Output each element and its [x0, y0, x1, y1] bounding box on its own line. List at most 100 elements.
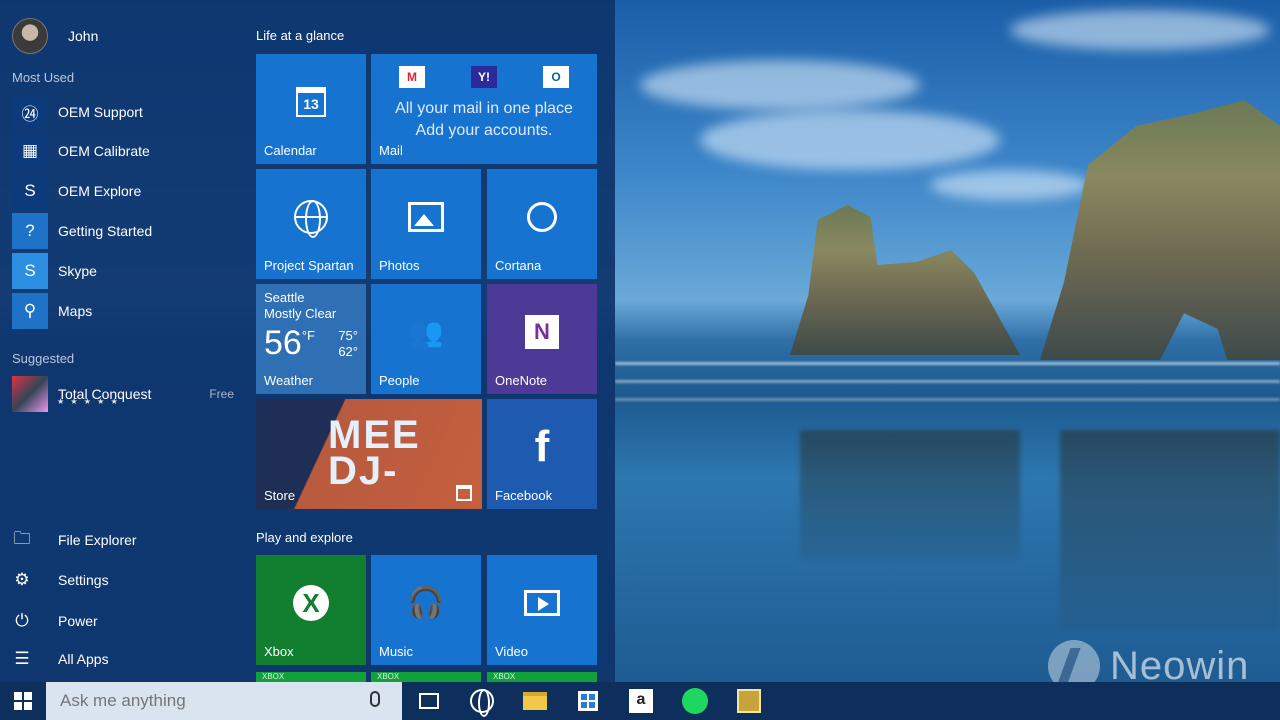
tile-project-spartan[interactable]: Project Spartan — [256, 169, 366, 279]
app-item-oem-calibrate[interactable]: ▦ OEM Calibrate — [12, 133, 234, 169]
globe-app-taskbar-button[interactable] — [722, 682, 776, 720]
people-icon: 👥 — [408, 316, 444, 348]
group-title-life[interactable]: Life at a glance — [256, 28, 344, 43]
all-apps-button[interactable]: ☰ All Apps — [12, 643, 109, 675]
game-icon — [12, 376, 48, 412]
spotify-icon — [682, 688, 708, 714]
folder-icon — [523, 692, 547, 710]
cortana-ring-icon — [527, 202, 557, 233]
folder-icon: 🗀 — [13, 528, 31, 548]
app-label: Getting Started — [58, 223, 153, 239]
windows-logo-icon — [14, 692, 32, 710]
bottom-label: All Apps — [58, 651, 109, 667]
tile-music[interactable]: 🎧 Music — [371, 555, 481, 665]
app-label: OEM Support — [58, 104, 143, 120]
tile-people[interactable]: 👥 People — [371, 284, 481, 394]
tile-label: Store — [264, 488, 296, 503]
tile-weather[interactable]: Seattle Mostly Clear 56°F 75° 62° Weathe… — [256, 284, 366, 394]
weather-condition: Mostly Clear — [264, 306, 337, 321]
xbox-icon: X — [293, 585, 329, 622]
tile-label: Cortana — [495, 258, 542, 273]
app-item-skype[interactable]: S Skype — [12, 253, 234, 289]
skype-icon: S — [12, 253, 48, 289]
tile-calendar[interactable]: 13 Calendar — [256, 54, 366, 164]
spotify-taskbar-button[interactable] — [668, 682, 722, 720]
most-used-label: Most Used — [12, 70, 75, 85]
store-art-text-1: MEE — [328, 413, 421, 457]
globe-icon — [470, 689, 494, 717]
tile-peek-xbox-3[interactable]: XBOX — [487, 672, 597, 682]
amazon-taskbar-button[interactable]: a — [614, 682, 668, 720]
gear-icon: ⚙ — [14, 570, 30, 589]
outlook-icon: O — [543, 66, 569, 88]
app-item-getting-started[interactable]: ? Getting Started — [12, 213, 234, 249]
tile-label: Facebook — [495, 488, 553, 503]
gmail-icon: M — [399, 66, 425, 88]
group-title-play[interactable]: Play and explore — [256, 530, 353, 545]
price-badge: Free — [209, 387, 234, 401]
store-art-text-2: DJ- — [328, 449, 399, 493]
suggested-app-total-conquest[interactable]: Total Conquest Free ★ ★ ★ ★ ★ — [12, 376, 234, 412]
taskbar: a — [0, 682, 1280, 720]
app-label: OEM Calibrate — [58, 143, 150, 159]
power-button[interactable]: ⏻ Power — [12, 605, 98, 637]
app-item-maps[interactable]: ⚲ Maps — [12, 293, 234, 329]
tile-photos[interactable]: Photos — [371, 169, 481, 279]
tile-mail[interactable]: M Y! O All your mail in one place Add yo… — [371, 54, 597, 164]
facebook-icon: f — [534, 422, 550, 472]
calibrate-grid-icon: ▦ — [12, 133, 48, 169]
tile-label: Calendar — [264, 143, 317, 158]
neowin-watermark: Neowin — [1048, 640, 1249, 682]
app-item-oem-support[interactable]: ㉔ OEM Support — [12, 94, 234, 130]
amazon-icon: a — [629, 689, 653, 713]
tile-facebook[interactable]: f Facebook — [487, 399, 597, 509]
store-taskbar-button[interactable] — [561, 682, 615, 720]
user-name: John — [68, 28, 99, 44]
bottom-label: File Explorer — [58, 532, 137, 548]
tile-label: Project Spartan — [264, 258, 354, 273]
weather-city: Seattle — [264, 290, 305, 305]
weather-temp: 56 — [264, 324, 302, 362]
tile-peek-xbox-1[interactable]: XBOX — [256, 672, 366, 682]
rating-stars: ★ ★ ★ ★ ★ — [57, 397, 120, 406]
user-account[interactable]: John — [12, 18, 98, 54]
search-input[interactable] — [46, 682, 402, 720]
tile-cortana[interactable]: Cortana — [487, 169, 597, 279]
tile-xbox[interactable]: X Xbox — [256, 555, 366, 665]
app-item-oem-explore[interactable]: S OEM Explore — [12, 173, 234, 209]
start-button[interactable] — [0, 682, 46, 720]
bottom-label: Power — [58, 613, 98, 629]
tile-label: Photos — [379, 258, 420, 273]
explore-s-icon: S — [12, 173, 48, 209]
mail-provider-icons: M Y! O — [399, 66, 569, 88]
power-icon: ⏻ — [15, 611, 29, 630]
video-play-icon — [524, 590, 560, 617]
file-explorer-button[interactable]: 🗀 File Explorer — [12, 524, 137, 556]
tile-label: Weather — [264, 373, 313, 388]
task-view-button[interactable] — [402, 682, 456, 720]
settings-button[interactable]: ⚙ Settings — [12, 564, 108, 596]
weather-high: 75° — [338, 328, 358, 343]
start-left-pane: John Most Used ㉔ OEM Support ▦ OEM Calib… — [0, 0, 240, 682]
file-explorer-taskbar-button[interactable] — [508, 682, 562, 720]
tile-store[interactable]: MEE DJ- Store — [256, 399, 482, 509]
store-bag-icon — [578, 691, 598, 711]
onenote-icon: N — [525, 315, 559, 350]
yahoo-icon: Y! — [471, 66, 497, 88]
neowin-logo-icon — [1048, 640, 1100, 682]
map-pin-icon: ⚲ — [12, 293, 48, 329]
question-icon: ? — [12, 213, 48, 249]
tile-onenote[interactable]: N OneNote — [487, 284, 597, 394]
weather-low: 62° — [338, 344, 358, 359]
tile-video[interactable]: Video — [487, 555, 597, 665]
avatar — [12, 18, 48, 54]
task-view-icon — [419, 693, 439, 709]
microphone-icon[interactable] — [370, 691, 380, 707]
mail-promo-line1: All your mail in one place — [395, 100, 573, 117]
app-label: Skype — [58, 263, 97, 279]
browser-button[interactable] — [455, 682, 509, 720]
tile-peek-xbox-2[interactable]: XBOX — [371, 672, 481, 682]
tile-label: Xbox — [264, 644, 294, 659]
start-menu: John Most Used ㉔ OEM Support ▦ OEM Calib… — [0, 0, 615, 682]
app-label: OEM Explore — [58, 183, 142, 199]
